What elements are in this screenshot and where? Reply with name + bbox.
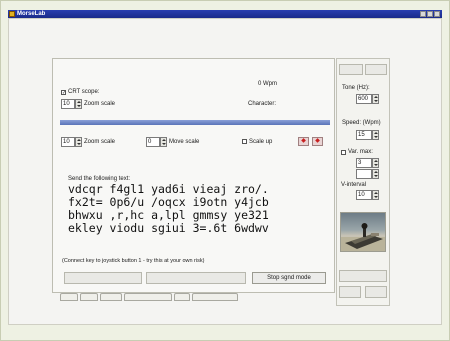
right-bottom-box[interactable] [339, 270, 387, 282]
stop-send-mode-button[interactable]: Stop sgnd mode [252, 272, 326, 284]
joystick-note: (Connect key to joystick button 1 - try … [62, 258, 205, 264]
tab-5[interactable] [174, 293, 190, 301]
move-scale-spin-value[interactable]: 0 [146, 137, 160, 147]
speed-spin-value[interactable]: 15 [356, 130, 372, 140]
crt-scope-label: CRT scope: [68, 89, 100, 95]
scale-up-checkbox[interactable] [242, 139, 247, 144]
right-arrow-button[interactable]: ◆ [312, 137, 323, 146]
speed-stepper[interactable] [372, 130, 379, 140]
crt-scope-checkbox[interactable]: ✓ [61, 90, 66, 96]
tone-label: Tone (Hz): [342, 85, 370, 91]
zoom-scale-stepper[interactable] [75, 99, 82, 109]
var-max-checkbox[interactable] [341, 150, 346, 155]
tab-1[interactable] [60, 293, 78, 301]
zoom-spin-value[interactable]: 10 [61, 137, 75, 147]
var-max-stepper[interactable] [372, 158, 379, 168]
v-interval-spin-value[interactable]: 10 [356, 190, 372, 200]
tab-4[interactable] [124, 293, 172, 301]
signal-bar [60, 120, 330, 125]
right-top-box-1[interactable] [339, 64, 363, 75]
app-icon [9, 11, 15, 17]
window-title: MorseLab [17, 11, 46, 17]
left-arrow-button[interactable]: ◆ [298, 137, 309, 146]
tab-6[interactable] [192, 293, 238, 301]
scale-up-label: Scale up [249, 139, 273, 145]
right-bottom-small-1[interactable] [339, 286, 361, 298]
morse-key-photo [340, 212, 386, 252]
footer-field-left [64, 272, 142, 284]
tab-strip [60, 293, 300, 302]
minimize-button[interactable] [420, 11, 426, 17]
right-top-box-2[interactable] [365, 64, 387, 75]
v-interval-stepper[interactable] [372, 190, 379, 200]
zoom-label: Zoom scale [84, 139, 116, 145]
zoom-scale-spin-value[interactable]: 10 [61, 99, 75, 109]
maximize-button[interactable] [427, 11, 433, 17]
tone-stepper[interactable] [372, 94, 379, 104]
close-button[interactable] [434, 11, 440, 17]
title-bar: MorseLab [8, 10, 442, 18]
tab-3[interactable] [100, 293, 122, 301]
move-scale-stepper[interactable] [160, 137, 167, 147]
move-scale-label: Move scale [169, 139, 200, 145]
v-interval-label: V-interval [341, 182, 367, 188]
right-bottom-small-2[interactable] [365, 286, 387, 298]
var-max-label: Var. max: [348, 149, 373, 155]
zoom-scale-label: Zoom scale [84, 101, 116, 107]
footer-field-mid [146, 272, 246, 284]
speed-label: Speed: (Wpm) [342, 120, 381, 126]
tone-spin-value[interactable]: 600 [356, 94, 372, 104]
morse-text-line: ekley viodu sgiui 3=.6t 6wdwv [68, 221, 269, 235]
tab-2[interactable] [80, 293, 98, 301]
var-max-spin-value[interactable]: 3 [356, 158, 372, 168]
zoom-stepper[interactable] [75, 137, 82, 147]
wpm-readout: 0 Wpm [258, 81, 278, 87]
character-label: Character: [248, 101, 277, 107]
var-max-secondary-stepper[interactable] [372, 169, 379, 179]
var-max-spin-secondary[interactable] [356, 169, 372, 179]
